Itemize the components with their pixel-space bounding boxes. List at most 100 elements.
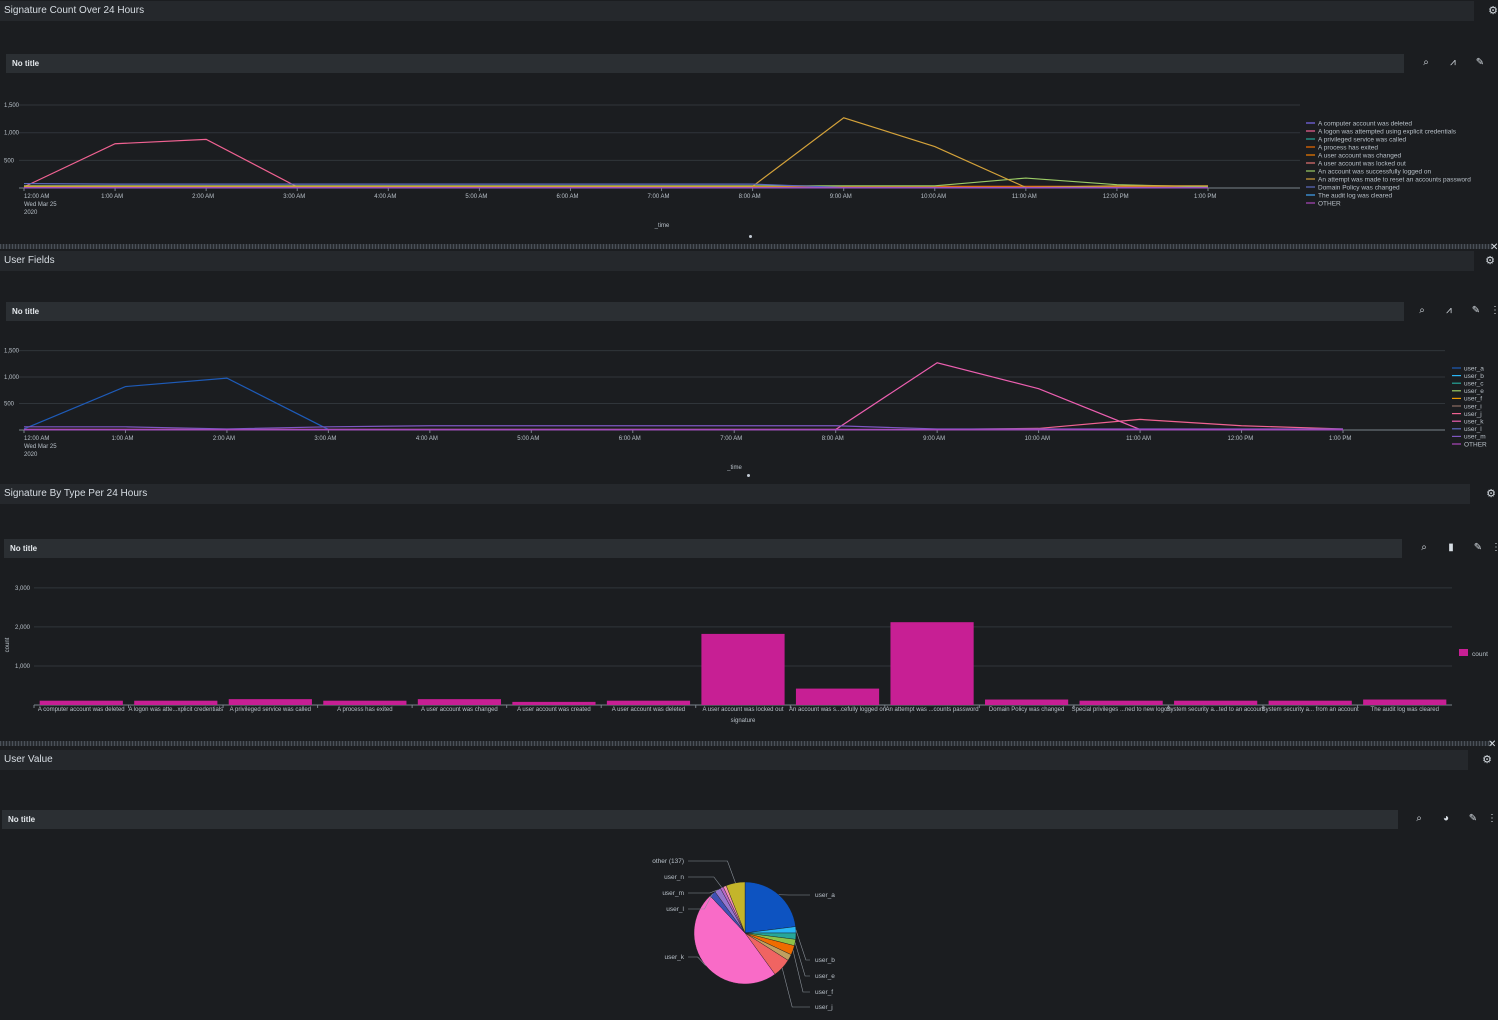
legend-label: user_b — [1464, 373, 1484, 380]
legend-label: user_m — [1464, 434, 1486, 441]
y-tick-label: 1,000 — [4, 375, 20, 381]
more-icon[interactable]: ⋮ — [1488, 304, 1498, 318]
x-tick-sublabel: 2020 — [24, 210, 38, 216]
search-icon[interactable]: ⌕ — [1419, 56, 1433, 70]
x-tick-label: 12:00 AM — [24, 436, 49, 442]
panel-divider[interactable] — [0, 741, 1492, 746]
series-line-an-attempt-was-made-to-reset-an-accounts-password — [24, 117, 1208, 189]
close-icon[interactable]: ✕ — [1488, 739, 1496, 750]
series-line-a-logon-was-attempted-using-explicit-credentials — [23, 138, 1208, 188]
line-chart-user-fields: 500 1,000 1,500 12:00 AM 1:00 AM 2:00 AM 3:00 … — [4, 349, 1487, 471]
x-tick-label: Special privileges ...ned to new logon — [1072, 707, 1171, 713]
line-chart-icon[interactable]: ⩘ — [1442, 304, 1456, 318]
more-icon[interactable]: ⋮ — [1485, 812, 1498, 826]
pager-dot[interactable] — [749, 235, 752, 238]
pager-dot[interactable] — [747, 474, 750, 477]
series-line-user-m — [24, 425, 1343, 430]
paintbrush-icon[interactable]: ✎ — [1473, 56, 1487, 70]
pie-leader-line — [688, 860, 736, 884]
bar-11 — [1079, 700, 1163, 705]
x-tick-label: A logon was atte...xplicit credentials — [128, 707, 223, 713]
x-tick-label: A user account was locked out — [702, 707, 783, 713]
x-tick-sublabel: Wed Mar 25 — [24, 202, 57, 208]
legend-label: A computer account was deleted — [1318, 120, 1412, 127]
legend-label: user_i — [1464, 403, 1482, 410]
pie-label: user_n — [664, 874, 684, 881]
pie-label: user_b — [815, 957, 835, 964]
bar-8 — [795, 688, 880, 705]
bar-chart-signature-by-type: 1,000 2,000 3,000 count A computer account w… — [5, 586, 1488, 724]
y-tick-label: 2,000 — [15, 625, 31, 631]
legend-label: An account was successfully logged on — [1318, 168, 1431, 175]
gear-icon[interactable]: ⚙ — [1486, 4, 1498, 18]
search-icon[interactable]: ⌕ — [1417, 541, 1431, 555]
more-icon[interactable]: ⋮ — [1489, 541, 1498, 555]
line-chart-icon[interactable]: ⩘ — [1446, 56, 1460, 70]
paintbrush-icon[interactable]: ✎ — [1466, 812, 1480, 826]
legend-label: user_j — [1464, 411, 1482, 418]
bar-13 — [1268, 700, 1352, 705]
x-tick-sublabel: Wed Mar 25 — [24, 444, 57, 450]
x-tick-label: A process has exited — [337, 707, 392, 713]
bar-9 — [890, 622, 974, 705]
x-tick-label: 7:00 AM — [720, 436, 742, 442]
x-tick-label: 11:00 AM — [1126, 436, 1151, 442]
panel-title: User Fields — [4, 255, 55, 266]
pie-label: user_j — [815, 1004, 833, 1011]
bar-7 — [701, 633, 785, 705]
pie-chart-icon[interactable]: ◕ — [1439, 812, 1453, 826]
bar-5 — [512, 701, 596, 705]
gear-icon[interactable]: ⚙ — [1480, 753, 1494, 767]
pie-chart-user-value: user_a user_b user_e user_f user_j user_k user… — [652, 858, 835, 1011]
paintbrush-icon[interactable]: ✎ — [1471, 541, 1485, 555]
legend-label: A logon was attempted using explicit cre… — [1318, 128, 1457, 135]
y-axis-title: count — [5, 637, 11, 652]
bar-10 — [985, 699, 1069, 705]
x-tick-label: 2:00 AM — [192, 194, 214, 200]
pie-label: user_a — [815, 892, 835, 899]
x-tick-label: 12:00 PM — [1103, 194, 1129, 200]
legend-label: A privileged service was called — [1318, 136, 1407, 143]
legend-label: The audit log was cleared — [1318, 192, 1392, 199]
line-chart-signature-count: 500 1,000 1,500 12:00 AM 1:00 AM 2:00 AM 3:00 … — [4, 103, 1471, 229]
pie-label: user_k — [664, 954, 684, 961]
x-tick-label: 12:00 AM — [24, 194, 49, 200]
gear-icon[interactable]: ⚙ — [1483, 254, 1497, 268]
bar-0 — [39, 700, 123, 705]
search-icon[interactable]: ⌕ — [1412, 812, 1426, 826]
bar-4 — [417, 699, 501, 705]
x-axis-title: signature — [731, 718, 756, 724]
legend-label: user_k — [1464, 419, 1484, 426]
close-icon[interactable]: ✕ — [1490, 242, 1498, 253]
viz-title-bar: No title — [2, 810, 1398, 829]
viz-title: No title — [12, 59, 40, 68]
pie-label: user_m — [662, 890, 684, 897]
x-tick-label: 6:00 AM — [556, 194, 578, 200]
x-tick-label: An account was s...cefully logged on — [789, 707, 886, 713]
x-tick-label: System security a...ted to an account — [1166, 707, 1265, 713]
search-icon[interactable]: ⌕ — [1415, 304, 1429, 318]
x-tick-label: 1:00 AM — [111, 436, 133, 442]
legend-label: Domain Policy was changed — [1318, 184, 1400, 191]
bar-1 — [134, 700, 218, 705]
x-tick-label: 1:00 AM — [101, 194, 123, 200]
x-tick-label: A user account was changed — [421, 707, 498, 713]
x-tick-label: 1:00 PM — [1194, 194, 1216, 200]
legend-label: A user account was changed — [1318, 152, 1401, 159]
x-tick-label: 5:00 AM — [465, 194, 487, 200]
x-tick-label: 10:00 AM — [921, 194, 946, 200]
y-tick-label: 3,000 — [15, 586, 31, 592]
pie-leader-line — [794, 942, 810, 977]
x-tick-label: 11:00 AM — [1012, 194, 1037, 200]
legend-label: OTHER — [1464, 441, 1487, 448]
gear-icon[interactable]: ⚙ — [1484, 487, 1498, 501]
panel-divider[interactable] — [0, 244, 1492, 249]
legend-swatch — [1459, 649, 1468, 656]
viz-title-bar: No title — [6, 54, 1404, 73]
pie-leader-line — [688, 889, 718, 894]
pie-leader-line — [688, 876, 723, 888]
paintbrush-icon[interactable]: ✎ — [1469, 304, 1483, 318]
x-tick-label: 3:00 AM — [283, 194, 305, 200]
bar-chart-icon[interactable]: ▮ — [1444, 541, 1458, 555]
x-tick-label: An attempt was ...counts password — [886, 707, 979, 713]
